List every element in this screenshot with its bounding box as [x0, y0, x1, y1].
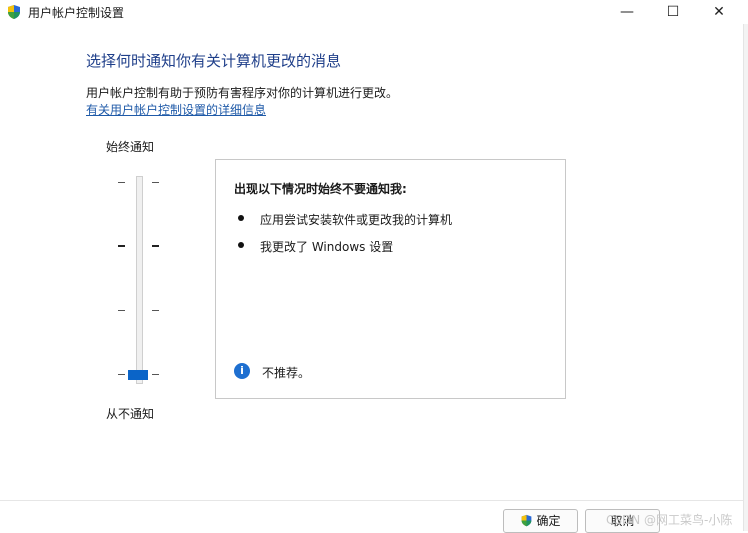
slider-tick [118, 182, 125, 183]
minimize-button[interactable]: — [604, 0, 650, 24]
title-bar: 用户帐户控制设置 — ☐ ✕ [0, 0, 748, 24]
footer-divider [0, 500, 743, 501]
ok-button[interactable]: 确定 [503, 509, 578, 533]
uac-shield-icon [8, 5, 20, 19]
watermark: CSDN @网工菜鸟-小陈 [606, 513, 733, 527]
bullet-item: 应用尝试安装软件或更改我的计算机 [260, 213, 453, 227]
maximize-button[interactable]: ☐ [650, 0, 696, 24]
close-button[interactable]: ✕ [696, 0, 742, 24]
slider-thumb[interactable] [128, 370, 148, 380]
slider-tick [118, 310, 125, 311]
description-text: 用户帐户控制有助于预防有害程序对你的计算机进行更改。 [86, 86, 399, 100]
ok-button-label: 确定 [536, 514, 561, 528]
slider-track[interactable] [136, 176, 143, 384]
notification-slider[interactable] [110, 170, 170, 390]
slider-tick [152, 245, 159, 247]
slider-bottom-label: 从不通知 [106, 407, 155, 421]
recommendation-note: 不推荐。 [262, 366, 311, 380]
slider-tick [118, 374, 125, 375]
slider-top-label: 始终通知 [106, 140, 155, 154]
panel-title: 出现以下情况时始终不要通知我: [234, 182, 407, 196]
window-title: 用户帐户控制设置 [28, 6, 125, 20]
page-heading: 选择何时通知你有关计算机更改的消息 [86, 52, 342, 70]
window-edge [743, 24, 748, 531]
slider-tick [152, 182, 159, 183]
description-panel: 出现以下情况时始终不要通知我: 应用尝试安装软件或更改我的计算机 我更改了 Wi… [215, 159, 566, 399]
slider-tick [152, 374, 159, 375]
bullet-item: 我更改了 Windows 设置 [260, 240, 394, 254]
bullet-dot [238, 242, 244, 248]
uac-shield-icon [522, 514, 532, 527]
slider-tick [152, 310, 159, 311]
slider-tick [118, 245, 125, 247]
details-link[interactable]: 有关用户帐户控制设置的详细信息 [86, 101, 266, 118]
bullet-dot [238, 215, 244, 221]
info-icon: i [234, 363, 250, 379]
